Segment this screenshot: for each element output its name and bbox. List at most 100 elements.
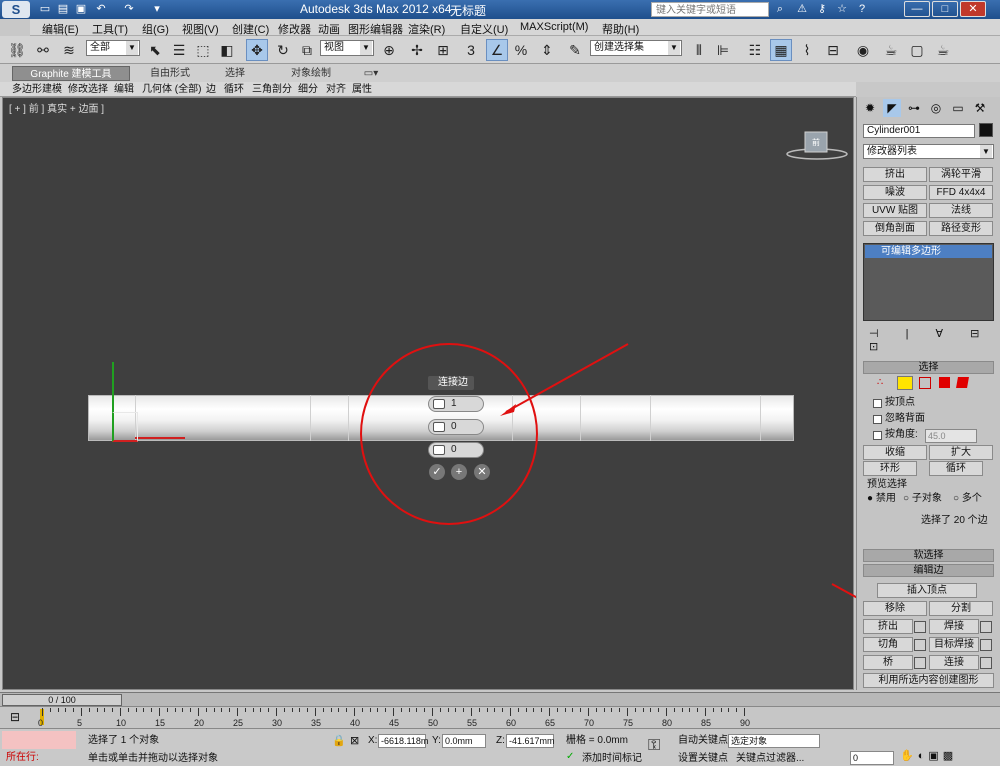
element-mode-icon[interactable] — [956, 377, 969, 388]
bridge-settings-icon[interactable] — [914, 657, 926, 669]
ring-button[interactable]: 环形 — [863, 461, 917, 476]
shrink-button[interactable]: 收缩 — [863, 445, 927, 460]
mod-noise-button[interactable]: 噪波 — [863, 185, 927, 200]
schematic-view-icon[interactable]: ⊟ — [822, 39, 844, 61]
maxscript-listener[interactable] — [2, 731, 76, 749]
track-bar[interactable]: ⊟ 0 5 10 15 20 25 30 35 40 45 50 55 60 65 70 75 80 85 90 — [0, 706, 1000, 728]
auto-key-button[interactable]: 自动关键点 — [678, 734, 728, 748]
curve-editor-icon[interactable]: ⌇ — [796, 39, 818, 61]
hierarchy-tab-icon[interactable]: ⊶ — [905, 99, 923, 117]
tab-graphite[interactable]: Graphite 建模工具 — [12, 66, 130, 81]
preview-subobject-radio[interactable]: ○ 子对象 — [903, 493, 942, 505]
open-file-icon[interactable]: ▤ — [56, 2, 70, 16]
bridge-button[interactable]: 桥 — [863, 655, 913, 670]
by-vertex-checkbox[interactable] — [873, 399, 882, 408]
key-filters-button[interactable]: 关键点过滤器... — [736, 752, 804, 766]
mini-curve-icon[interactable]: ⊟ — [10, 710, 20, 724]
subtab-loops[interactable]: 循环 — [224, 83, 244, 96]
utilities-tab-icon[interactable]: ⚒ — [971, 99, 989, 117]
split-button[interactable]: 分割 — [929, 601, 993, 616]
mod-bevel-profile-button[interactable]: 倒角剖面 — [863, 221, 927, 236]
absolute-mode-icon[interactable]: ⊠ — [350, 734, 359, 747]
rect-region-icon[interactable]: ⬚ — [192, 39, 214, 61]
soft-selection-rollout-header[interactable]: 软选择 — [863, 549, 994, 562]
weld-settings-icon[interactable] — [980, 621, 992, 633]
align-icon[interactable]: ⊫ — [712, 39, 734, 61]
key-icon[interactable]: ⚷ — [814, 2, 830, 17]
object-color-swatch[interactable] — [979, 123, 993, 137]
modifier-list-dropdown[interactable]: 修改器列表 ▼ — [863, 144, 994, 159]
subtab-subdivision[interactable]: 细分 — [298, 83, 318, 96]
comm-icon[interactable]: ⚠ — [794, 2, 810, 17]
selection-filter-dropdown[interactable]: 全部 ▼ — [86, 40, 140, 56]
material-editor-icon[interactable]: ◉ — [852, 39, 874, 61]
minimize-button[interactable]: — — [904, 1, 930, 17]
select-scale-icon[interactable]: ⧉ — [296, 39, 318, 61]
select-by-name-icon[interactable]: ☰ — [168, 39, 190, 61]
menu-group[interactable]: 组(G) — [142, 21, 169, 37]
mod-normal-button[interactable]: 法线 — [929, 203, 993, 218]
mirror-icon[interactable]: ⫴ — [688, 39, 710, 61]
subtab-edit[interactable]: 编辑 — [114, 83, 134, 96]
layer-manager-icon[interactable]: ☷ — [744, 39, 766, 61]
bind-space-warp-icon[interactable]: ≋ — [58, 39, 80, 61]
menu-modifiers[interactable]: 修改器 — [278, 21, 311, 37]
new-file-icon[interactable]: ▭ — [38, 2, 52, 16]
stack-item-editable-poly[interactable]: 可编辑多边形 — [865, 245, 992, 258]
extrude-settings-icon[interactable] — [914, 621, 926, 633]
subtab-properties[interactable]: 属性 — [352, 83, 372, 96]
by-angle-input[interactable]: 45.0 — [925, 429, 977, 443]
menu-maxscript[interactable]: MAXScript(M) — [520, 21, 588, 33]
preview-multi-radio[interactable]: ○ 多个 — [953, 493, 982, 505]
polygon-mode-icon[interactable] — [939, 377, 950, 388]
loop-button[interactable]: 循环 — [929, 461, 983, 476]
chamfer-settings-icon[interactable] — [914, 639, 926, 651]
remove-button[interactable]: 移除 — [863, 601, 927, 616]
selected-object-dropdown[interactable]: 选定对象 — [728, 734, 820, 748]
chamfer-button[interactable]: 切角 — [863, 637, 913, 652]
subtab-align[interactable]: 对齐 — [326, 83, 346, 96]
menu-views[interactable]: 视图(V) — [182, 21, 219, 37]
subtab-modify-selection[interactable]: 修改选择 — [68, 83, 108, 96]
qa-dropdown-icon[interactable]: ▾ — [150, 2, 164, 16]
pivot-center-icon[interactable]: ⊕ — [378, 39, 400, 61]
keyboard-shortcut-icon[interactable]: ⊞ — [432, 39, 454, 61]
vertex-mode-icon[interactable]: ∴ — [877, 377, 889, 389]
edge-mode-icon[interactable] — [897, 376, 913, 390]
y-coord-field[interactable]: 0.0mm — [442, 734, 486, 748]
app-logo[interactable]: S — [2, 1, 30, 18]
subtab-edges[interactable]: 边 — [206, 83, 216, 96]
render-setup-icon[interactable]: ☕ — [880, 39, 902, 61]
border-mode-icon[interactable] — [919, 377, 931, 389]
object-name-field[interactable]: Cylinder001 — [863, 124, 975, 138]
x-coord-field[interactable]: -6618.118m — [378, 734, 428, 748]
ribbon-options-icon[interactable]: ▭▾ — [360, 66, 382, 81]
mod-path-deform-button[interactable]: 路径变形 — [929, 221, 993, 236]
gizmo-x-axis[interactable] — [135, 437, 185, 439]
search-input[interactable]: 键入关键字或短语 — [651, 2, 769, 17]
menu-tools[interactable]: 工具(T) — [92, 21, 128, 37]
percent-snap-icon[interactable]: % — [510, 39, 532, 61]
z-coord-field[interactable]: -41.617mm — [506, 734, 555, 748]
mod-extrude-button[interactable]: 挤出 — [863, 167, 927, 182]
render-production-icon[interactable]: ☕ — [932, 39, 954, 61]
extrude-button[interactable]: 挤出 — [863, 619, 913, 634]
mod-uvw-button[interactable]: UVW 贴图 — [863, 203, 927, 218]
selection-rollout-header[interactable]: 选择 — [863, 361, 994, 374]
help-icon[interactable]: ? — [854, 2, 870, 17]
tab-object-paint[interactable]: 对象绘制 — [276, 66, 346, 81]
modifier-stack[interactable]: 可编辑多边形 — [863, 243, 994, 321]
key-mode-icon[interactable]: ⚿ — [648, 737, 660, 755]
subtab-geometry-all[interactable]: 几何体 (全部) — [142, 83, 201, 96]
menu-edit[interactable]: 编辑(E) — [42, 21, 79, 37]
link-icon[interactable]: ⛓ — [6, 39, 28, 61]
close-button[interactable]: ✕ — [960, 1, 986, 17]
select-move-icon[interactable]: ✥ — [246, 39, 268, 61]
create-shape-button[interactable]: 利用所选内容创建图形 — [863, 673, 994, 688]
edit-named-sel-icon[interactable]: ✎ — [564, 39, 586, 61]
create-tab-icon[interactable]: ✹ — [861, 99, 879, 117]
set-key-button[interactable]: 设置关键点 — [678, 752, 728, 766]
time-slider[interactable]: 0 / 100 — [2, 694, 122, 706]
menu-rendering[interactable]: 渲染(R) — [408, 21, 445, 37]
lock-icon[interactable]: 🔒 — [332, 734, 346, 747]
